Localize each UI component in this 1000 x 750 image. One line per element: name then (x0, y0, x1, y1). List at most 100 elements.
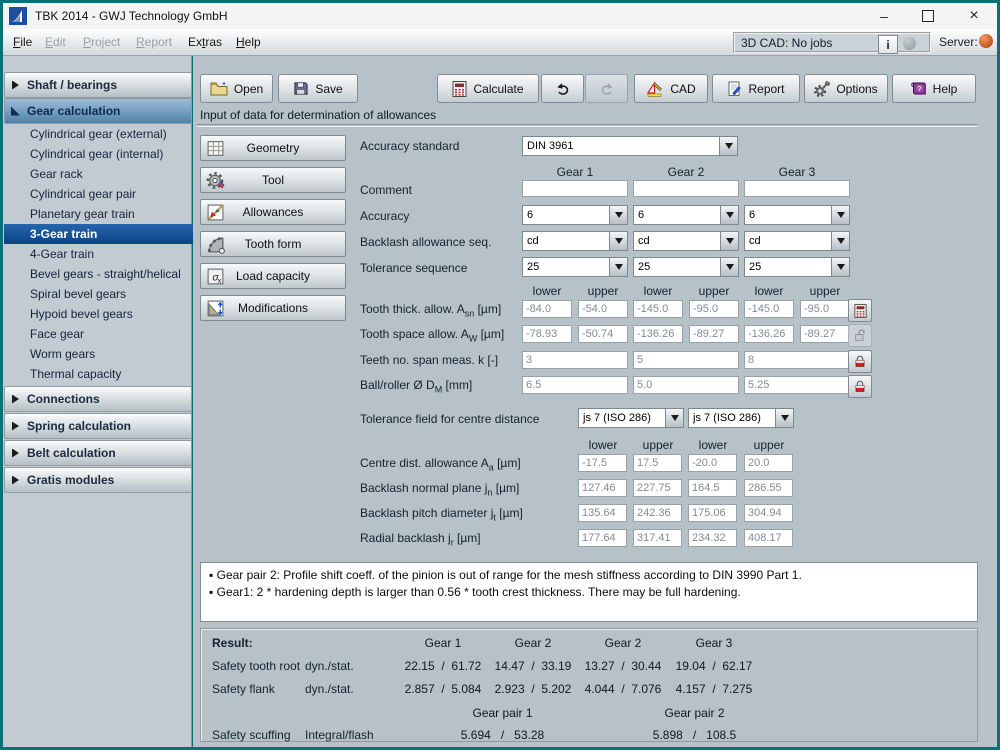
sidebar-section-gratis-modules[interactable]: Gratis modules (4, 467, 192, 493)
comment-input-gear2[interactable] (633, 180, 739, 197)
k-gear2[interactable] (633, 351, 739, 369)
sidebar-item-planetary-gear-train[interactable]: Planetary gear train (4, 204, 216, 224)
tolerance-field-select-pair2[interactable]: js 7 (ISO 286) (688, 408, 794, 428)
aw-upper-gear2[interactable] (689, 325, 739, 343)
nav-geometry-button[interactable]: Geometry (200, 135, 346, 161)
nav-allowances-button[interactable]: Allowances (200, 199, 346, 225)
chevron-down-icon[interactable] (665, 409, 683, 427)
report-button[interactable]: Report (712, 74, 800, 103)
asn-lower-gear2[interactable] (633, 300, 683, 318)
tolerance-seq-select-gear1[interactable]: 25 (522, 257, 628, 277)
asn-calculator-button[interactable] (848, 299, 872, 322)
aa-lower-pair1[interactable] (578, 454, 627, 472)
menu-edit[interactable]: Edit (45, 35, 66, 49)
sidebar-section-gear-calculation[interactable]: Gear calculation (4, 98, 192, 124)
comment-input-gear1[interactable] (522, 180, 628, 197)
aw-upper-gear1[interactable] (578, 325, 628, 343)
options-button[interactable]: Options (804, 74, 888, 103)
k-gear1[interactable] (522, 351, 628, 369)
backlash-seq-select-gear1[interactable]: cd (522, 231, 628, 251)
sidebar-item-gear-rack[interactable]: Gear rack (4, 164, 216, 184)
chevron-down-icon[interactable] (609, 232, 627, 250)
asn-upper-gear1[interactable] (578, 300, 628, 318)
undo-button[interactable] (541, 74, 584, 103)
chevron-down-icon[interactable] (609, 258, 627, 276)
chevron-down-icon[interactable] (720, 258, 738, 276)
menu-extras[interactable]: Extras (188, 35, 222, 49)
save-button[interactable]: Save (278, 74, 358, 103)
jn-lower-pair2[interactable] (688, 479, 737, 497)
aw-lock-open-button[interactable] (848, 324, 872, 347)
backlash-seq-select-gear2[interactable]: cd (633, 231, 739, 251)
accuracy-standard-select[interactable]: DIN 3961 (522, 136, 738, 156)
minimize-button[interactable]: – (865, 3, 903, 29)
chevron-down-icon[interactable] (720, 232, 738, 250)
nav-tooth-form-button[interactable]: Tooth form (200, 231, 346, 257)
accuracy-select-gear3[interactable]: 6 (744, 205, 850, 225)
aa-upper-pair2[interactable] (744, 454, 793, 472)
sidebar-item-4-gear-train[interactable]: 4-Gear train (4, 244, 216, 264)
cad-button[interactable]: CAD (634, 74, 708, 103)
chevron-down-icon[interactable] (831, 232, 849, 250)
asn-lower-gear1[interactable] (522, 300, 572, 318)
asn-upper-gear3[interactable] (800, 300, 850, 318)
asn-upper-gear2[interactable] (689, 300, 739, 318)
accuracy-select-gear2[interactable]: 6 (633, 205, 739, 225)
tolerance-seq-select-gear2[interactable]: 25 (633, 257, 739, 277)
open-button[interactable]: Open (200, 74, 273, 103)
chevron-down-icon[interactable] (831, 258, 849, 276)
sidebar-item-cylindrical-gear-external[interactable]: Cylindrical gear (external) (4, 124, 216, 144)
accuracy-select-gear1[interactable]: 6 (522, 205, 628, 225)
menu-project[interactable]: Project (83, 35, 120, 49)
info-button[interactable]: i (878, 35, 898, 54)
chevron-down-icon[interactable] (720, 206, 738, 224)
jt-upper-pair1[interactable] (633, 504, 682, 522)
sidebar-item-worm-gears[interactable]: Worm gears (4, 344, 216, 364)
jn-lower-pair1[interactable] (578, 479, 627, 497)
asn-lower-gear3[interactable] (744, 300, 794, 318)
nav-modifications-button[interactable]: Modifications (200, 295, 346, 321)
sidebar-section-shaft-bearings[interactable]: Shaft / bearings (4, 72, 192, 98)
jr-lower-pair2[interactable] (688, 529, 737, 547)
jr-lower-pair1[interactable] (578, 529, 627, 547)
redo-button[interactable] (585, 74, 628, 103)
comment-input-gear3[interactable] (744, 180, 850, 197)
aw-lower-gear1[interactable] (522, 325, 572, 343)
sidebar-item-face-gear[interactable]: Face gear (4, 324, 216, 344)
jt-upper-pair2[interactable] (744, 504, 793, 522)
dm-lock-button[interactable] (848, 375, 872, 398)
chevron-down-icon[interactable] (609, 206, 627, 224)
k-lock-button[interactable] (848, 350, 872, 373)
jt-lower-pair2[interactable] (688, 504, 737, 522)
maximize-button[interactable] (909, 3, 947, 29)
jn-upper-pair2[interactable] (744, 479, 793, 497)
chevron-down-icon[interactable] (831, 206, 849, 224)
chevron-down-icon[interactable] (775, 409, 793, 427)
aa-lower-pair2[interactable] (688, 454, 737, 472)
sidebar-item-hypoid-bevel-gears[interactable]: Hypoid bevel gears (4, 304, 216, 324)
dm-gear1[interactable] (522, 376, 628, 394)
sidebar-item-thermal-capacity[interactable]: Thermal capacity (4, 364, 216, 384)
jr-upper-pair2[interactable] (744, 529, 793, 547)
aw-lower-gear2[interactable] (633, 325, 683, 343)
jn-upper-pair1[interactable] (633, 479, 682, 497)
sidebar-section-belt-calculation[interactable]: Belt calculation (4, 440, 192, 466)
sidebar-item-3-gear-train[interactable]: 3-Gear train (4, 224, 216, 244)
k-gear3[interactable] (744, 351, 850, 369)
menu-help[interactable]: Help (236, 35, 261, 49)
jt-lower-pair1[interactable] (578, 504, 627, 522)
sidebar-section-connections[interactable]: Connections (4, 386, 192, 412)
sidebar-item-spiral-bevel-gears[interactable]: Spiral bevel gears (4, 284, 216, 304)
aw-lower-gear3[interactable] (744, 325, 794, 343)
nav-tool-button[interactable]: Tool (200, 167, 346, 193)
dm-gear2[interactable] (633, 376, 739, 394)
nav-load-capacity-button[interactable]: σx Load capacity (200, 263, 346, 289)
tolerance-seq-select-gear3[interactable]: 25 (744, 257, 850, 277)
sidebar-item-cylindrical-gear-pair[interactable]: Cylindrical gear pair (4, 184, 216, 204)
chevron-down-icon[interactable] (719, 137, 737, 155)
tolerance-field-select-pair1[interactable]: js 7 (ISO 286) (578, 408, 684, 428)
aa-upper-pair1[interactable] (633, 454, 682, 472)
aw-upper-gear3[interactable] (800, 325, 850, 343)
close-button[interactable]: × (955, 3, 993, 29)
sidebar-section-spring-calculation[interactable]: Spring calculation (4, 413, 192, 439)
